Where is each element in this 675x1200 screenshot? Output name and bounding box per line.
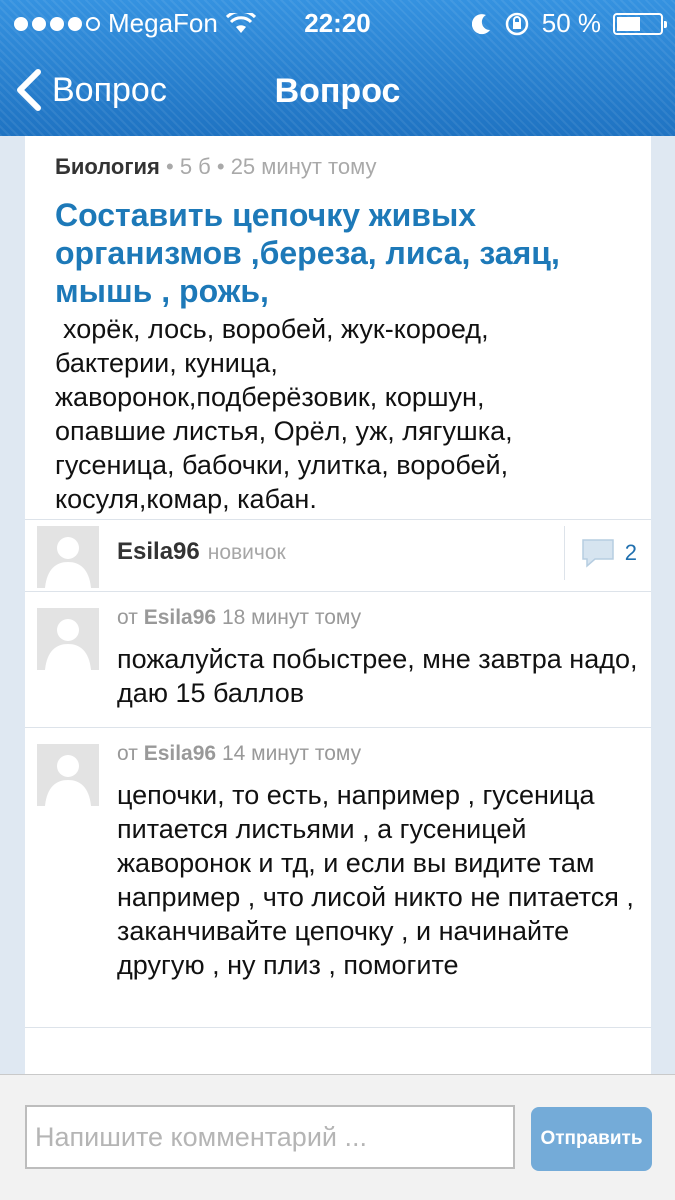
comment-item: от Esila96 14 минут тому цепочки, то ест… bbox=[25, 728, 651, 1028]
author-name-text: Esila96 bbox=[117, 538, 200, 565]
comment-prefix: от bbox=[117, 606, 138, 629]
comment-time: 14 минут тому bbox=[221, 742, 362, 765]
comment-text: цепочки, то есть, например , гусеница пи… bbox=[117, 780, 634, 980]
comment-text: пожалуйста побыстрее, мне завтра надо, д… bbox=[117, 644, 638, 708]
question-content: Биология • 5 б • 25 минут тому Составить… bbox=[25, 136, 651, 1074]
author-name[interactable]: Esila96 новичок bbox=[117, 538, 286, 566]
comment-meta: от Esila96 14 минут тому bbox=[117, 742, 361, 766]
question-body-line: косуля,комар, кабан. bbox=[55, 484, 317, 514]
question-meta: Биология • 5 б • 25 минут тому bbox=[55, 154, 621, 180]
question-body-line: гусеница, бабочки, улитка, воробей, bbox=[55, 450, 509, 480]
comment-meta: от Esila96 18 минут тому bbox=[117, 606, 361, 630]
battery-icon bbox=[613, 12, 667, 35]
avatar[interactable] bbox=[37, 526, 99, 588]
comment-time: 18 минут тому bbox=[221, 606, 362, 629]
comment-author[interactable]: Esila96 bbox=[144, 742, 216, 765]
subject-link[interactable]: Биология bbox=[55, 154, 160, 179]
question-body-line: хорёк, лось, воробей, жук-короед, bbox=[63, 314, 489, 344]
question-body-line: бактерии, куница, bbox=[55, 348, 278, 378]
user-placeholder-icon bbox=[37, 526, 99, 588]
question-points-time: • 5 б • 25 минут тому bbox=[159, 154, 377, 179]
nav-bar: Вопрос Вопрос bbox=[0, 46, 675, 136]
comment-prefix: от bbox=[117, 742, 138, 765]
moon-icon bbox=[471, 13, 490, 34]
author-rank: новичок bbox=[207, 541, 286, 564]
comments-count: 2 bbox=[624, 540, 637, 565]
avatar[interactable] bbox=[37, 744, 99, 806]
page-title: Вопрос bbox=[274, 72, 401, 110]
comments-count-button[interactable]: 2 bbox=[563, 526, 637, 580]
question-card: Биология • 5 б • 25 минут тому Составить… bbox=[25, 136, 651, 520]
comment-input[interactable] bbox=[25, 1105, 515, 1169]
send-button[interactable]: Отправить bbox=[531, 1107, 652, 1171]
avatar[interactable] bbox=[37, 608, 99, 670]
top-bar: MegaFon 22:20 50 % Вопрос Вопрос bbox=[0, 0, 675, 136]
comment-item: от Esila96 18 минут тому пожалуйста побы… bbox=[25, 592, 651, 728]
status-right: 50 % bbox=[471, 8, 667, 39]
battery-percent: 50 % bbox=[541, 8, 601, 38]
comment-composer: Отправить bbox=[0, 1074, 675, 1200]
question-author-row[interactable]: Esila96 новичок 2 bbox=[25, 520, 651, 592]
user-placeholder-icon bbox=[37, 608, 99, 670]
question-body-line: опавшие листья, Орёл, уж, лягушка, bbox=[55, 416, 513, 446]
rotation-lock-icon bbox=[505, 12, 528, 35]
question-body-line: жаворонок,подберёзовик, коршун, bbox=[55, 382, 485, 412]
status-bar: MegaFon 22:20 50 % bbox=[0, 0, 675, 46]
comment-author[interactable]: Esila96 bbox=[144, 606, 216, 629]
question-body: хорёк, лось, воробей, жук-короед, бактер… bbox=[55, 312, 621, 516]
question-title: Составить цепочку живых организмов ,бере… bbox=[55, 197, 560, 309]
user-placeholder-icon bbox=[37, 744, 99, 806]
comment-bubble-icon bbox=[582, 539, 614, 568]
